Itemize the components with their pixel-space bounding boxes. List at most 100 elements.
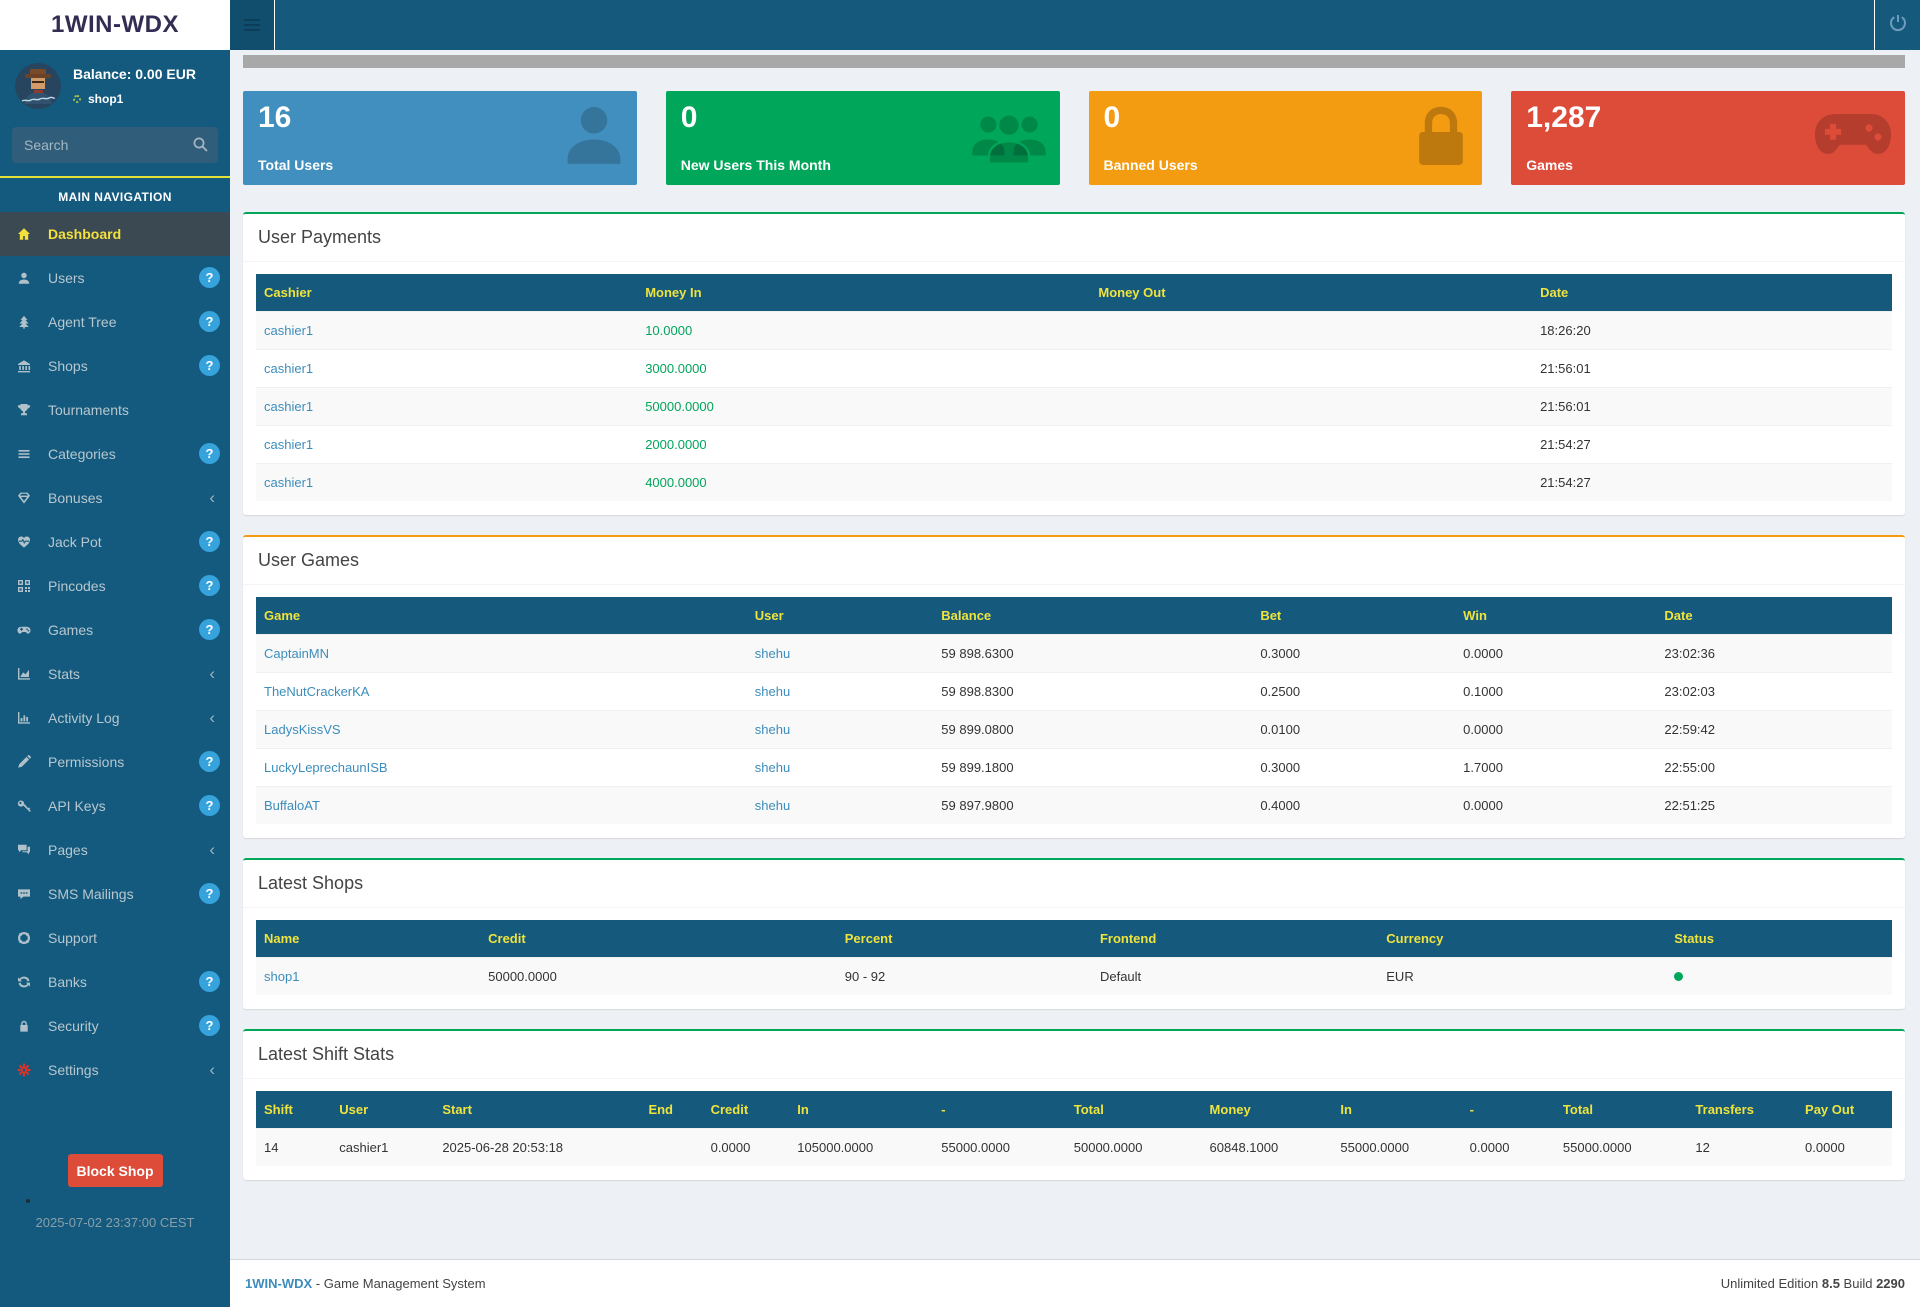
sidebar-item-sms-mailings[interactable]: SMS Mailings ? [0, 872, 230, 916]
game-link[interactable]: LuckyLeprechaunISB [264, 760, 388, 775]
help-badge[interactable]: ? [199, 267, 220, 288]
qrcode-icon [17, 579, 41, 593]
table-row: cashier1 50000.0000 21:56:01 [256, 387, 1892, 426]
game-link[interactable]: TheNutCrackerKA [264, 684, 369, 699]
help-badge[interactable]: ? [199, 883, 220, 904]
search-input[interactable] [12, 127, 218, 163]
money-out-cell [1090, 425, 1533, 464]
help-badge[interactable]: ? [199, 619, 220, 640]
end-cell [640, 1128, 703, 1166]
stat-banned-users: 0 Banned Users [1088, 91, 1483, 185]
sidebar-item-label: Permissions [48, 754, 125, 770]
help-badge[interactable]: ? [199, 355, 220, 376]
col-money-out: Money Out [1090, 274, 1533, 312]
cashier-link[interactable]: cashier1 [264, 475, 313, 490]
help-badge[interactable]: ? [199, 443, 220, 464]
sidebar-item-support[interactable]: Support [0, 916, 230, 960]
sidebar-item-label: Dashboard [48, 226, 122, 242]
col-start: Start [434, 1091, 641, 1129]
sidebar-item-bonuses[interactable]: Bonuses ‹ [0, 476, 230, 520]
sidebar-item-label: Tournaments [48, 402, 129, 418]
game-cell: BuffaloAT [256, 786, 747, 824]
search-icon[interactable] [192, 136, 209, 158]
cashier-link[interactable]: cashier1 [264, 361, 313, 376]
sidebar-item-label: API Keys [48, 798, 106, 814]
name-cell: shop1 [256, 957, 481, 995]
user-link[interactable]: shehu [755, 684, 790, 699]
hamburger-menu-button[interactable] [230, 0, 275, 50]
latest-shift-stats-table: Shift User Start End Credit In - Total M… [256, 1091, 1892, 1166]
footer-brand-link[interactable]: 1WIN-WDX [245, 1276, 312, 1291]
table-row: BuffaloAT shehu 59 897.9800 0.4000 0.000… [256, 786, 1892, 824]
col-status: Status [1666, 920, 1892, 958]
sidebar-item-pincodes[interactable]: Pincodes ? [0, 564, 230, 608]
sidebar-item-api-keys[interactable]: API Keys ? [0, 784, 230, 828]
sidebar-item-categories[interactable]: Categories ? [0, 432, 230, 476]
col-date: Date [1532, 274, 1892, 312]
col-balance: Balance [933, 597, 1253, 635]
sidebar-item-label: Agent Tree [48, 314, 117, 330]
game-link[interactable]: BuffaloAT [264, 798, 320, 813]
pay-out-cell: 0.0000 [1797, 1128, 1892, 1166]
bet-cell: 0.3000 [1252, 634, 1456, 673]
table-header-row: Game User Balance Bet Win Date [256, 597, 1892, 635]
shop-row[interactable]: shop1 [73, 92, 196, 106]
sidebar-item-users[interactable]: Users ? [0, 256, 230, 300]
key-icon [17, 799, 41, 813]
panel-title: User Games [243, 537, 1905, 585]
cashier-link[interactable]: cashier1 [264, 437, 313, 452]
sidebar-item-dashboard[interactable]: Dashboard [0, 212, 230, 256]
user-link[interactable]: shehu [755, 722, 790, 737]
chevron-left-icon: ‹ [209, 1060, 215, 1079]
home-icon [17, 227, 41, 241]
lock-icon [17, 1019, 41, 1033]
help-badge[interactable]: ? [199, 531, 220, 552]
shift-cell: 14 [256, 1128, 332, 1166]
sidebar-item-shops[interactable]: Shops ? [0, 344, 230, 388]
sidebar-item-jack-pot[interactable]: Jack Pot ? [0, 520, 230, 564]
sidebar-item-permissions[interactable]: Permissions ? [0, 740, 230, 784]
help-badge[interactable]: ? [199, 311, 220, 332]
money-in-cell: 3000.0000 [637, 349, 1091, 388]
stat-boxes: 16 Total Users 0 New Users This Month 0 [243, 91, 1905, 185]
user-link[interactable]: shehu [755, 760, 790, 775]
cashier-link[interactable]: cashier1 [264, 323, 313, 338]
table-header-row: Cashier Money In Money Out Date [256, 274, 1892, 312]
sidebar-item-activity-log[interactable]: Activity Log ‹ [0, 696, 230, 740]
block-shop-button[interactable]: Block Shop [67, 1154, 163, 1187]
help-badge[interactable]: ? [199, 751, 220, 772]
sidebar-item-security[interactable]: Security ? [0, 1004, 230, 1048]
col-credit: Credit [480, 920, 837, 958]
latest-shops-table: Name Credit Percent Frontend Currency St… [256, 920, 1892, 995]
user-info: Balance: 0.00 EUR shop1 [73, 63, 196, 106]
sidebar-item-tournaments[interactable]: Tournaments [0, 388, 230, 432]
table-row: 14 cashier1 2025-06-28 20:53:18 0.0000 1… [256, 1128, 1892, 1166]
help-badge[interactable]: ? [199, 971, 220, 992]
sidebar-item-banks[interactable]: Banks ? [0, 960, 230, 1004]
logout-button[interactable] [1874, 0, 1920, 50]
user-link[interactable]: shehu [755, 798, 790, 813]
money-out-cell [1090, 349, 1533, 388]
help-badge[interactable]: ? [199, 795, 220, 816]
life-ring-icon [17, 931, 41, 945]
user-cell: shehu [746, 786, 934, 824]
game-link[interactable]: LadysKissVS [264, 722, 341, 737]
cashier-link[interactable]: cashier1 [264, 399, 313, 414]
sidebar-item-label: Categories [48, 446, 116, 462]
sidebar-item-pages[interactable]: Pages ‹ [0, 828, 230, 872]
user-cell: shehu [746, 634, 934, 673]
sidebar-item-agent-tree[interactable]: Agent Tree ? [0, 300, 230, 344]
sidebar-item-settings[interactable]: Settings ‹ [0, 1048, 230, 1092]
footer-suffix: - Game Management System [312, 1276, 486, 1291]
game-link[interactable]: CaptainMN [264, 646, 329, 661]
sidebar-item-label: Pincodes [48, 578, 106, 594]
help-badge[interactable]: ? [199, 575, 220, 596]
table-row: LuckyLeprechaunISB shehu 59 899.1800 0.3… [256, 748, 1892, 787]
nav-header: MAIN NAVIGATION [58, 190, 172, 204]
help-badge[interactable]: ? [199, 1015, 220, 1036]
shop-link[interactable]: shop1 [264, 969, 299, 984]
user-link[interactable]: shehu [755, 646, 790, 661]
sidebar-item-stats[interactable]: Stats ‹ [0, 652, 230, 696]
table-row: LadysKissVS shehu 59 899.0800 0.0100 0.0… [256, 710, 1892, 749]
sidebar-item-games[interactable]: Games ? [0, 608, 230, 652]
